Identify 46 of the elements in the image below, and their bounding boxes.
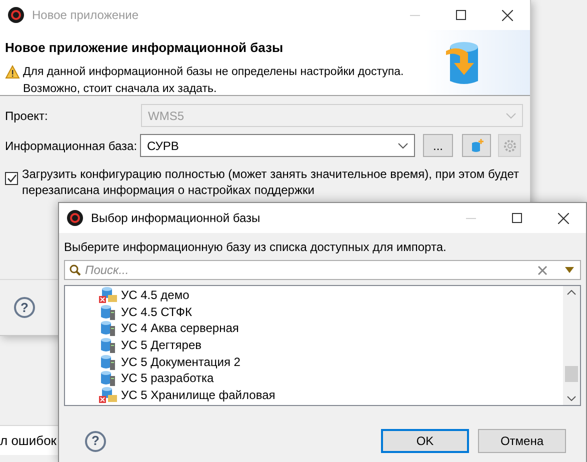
gear-icon [502, 138, 516, 152]
infobase-list-item[interactable]: УС 4 Аква серверная [99, 320, 563, 337]
dialog-button[interactable]: Отмена [478, 429, 566, 453]
scroll-down-icon[interactable] [567, 396, 576, 401]
window-title: Новое приложение [32, 7, 139, 24]
app-logo-icon [8, 7, 24, 23]
search-icon [69, 264, 81, 276]
dialog-button[interactable]: OK [381, 429, 469, 453]
chevron-down-icon [398, 142, 408, 148]
infobase-list-item[interactable]: УС 5 Дегтярев [99, 336, 563, 354]
full-load-label: Загрузить конфигурацию полностью (может занять значительное время), при этом будет перезаписана информация о настройках поддержки [22, 166, 520, 198]
warning-text: Для данной информационной базы не определены настройки доступа. Возможно, стоит сначала их задать. [23, 64, 405, 96]
dialog-title: Выбор информационной базы [91, 210, 260, 227]
database-server-icon [100, 304, 116, 320]
full-load-checkbox[interactable] [5, 172, 18, 185]
database-server-icon [100, 354, 116, 370]
infobase-combo[interactable]: СУРВ [140, 134, 415, 157]
database-import-icon [444, 41, 480, 87]
scroll-thumb[interactable] [565, 366, 578, 382]
background-tab[interactable]: л ошибок [0, 425, 60, 455]
database-add-icon [470, 138, 484, 152]
infobase-list-item[interactable]: УС 4.5 демо [99, 287, 563, 304]
browse-button[interactable]: ... [423, 134, 453, 157]
database-error-icon [99, 386, 117, 403]
dialog-heading: Новое приложение информационной базы [5, 39, 284, 57]
infobase-list-item[interactable]: УС 4.5 СТФК [99, 304, 563, 320]
chevron-down-icon [506, 112, 516, 118]
warning-icon [5, 64, 20, 78]
scroll-up-icon[interactable] [567, 290, 576, 295]
project-label: Проект: [5, 108, 49, 124]
help-button[interactable]: ? [85, 430, 106, 452]
app-logo-icon [67, 210, 83, 226]
infobase-label: Информационная база: [5, 138, 138, 154]
clear-icon[interactable] [538, 266, 547, 274]
infobase-list-item[interactable]: УС 5 Документация 2 [99, 353, 563, 370]
instruction-text: Выберите информационную базу из списка доступных для импорта. [64, 239, 448, 255]
search-field[interactable]: Поиск... [85, 261, 534, 279]
dropdown-arrow-icon[interactable] [565, 267, 574, 273]
infobase-list-item[interactable]: УС 5 разработка [99, 370, 563, 387]
help-button[interactable]: ? [14, 297, 35, 318]
scrollbar[interactable] [563, 286, 580, 405]
database-server-icon [100, 320, 116, 336]
infobase-list-item[interactable]: УС 5 Хранилище файловая [99, 386, 563, 404]
database-server-icon [100, 337, 116, 354]
search-box[interactable]: Поиск... [64, 260, 581, 280]
database-server-icon [100, 370, 116, 386]
